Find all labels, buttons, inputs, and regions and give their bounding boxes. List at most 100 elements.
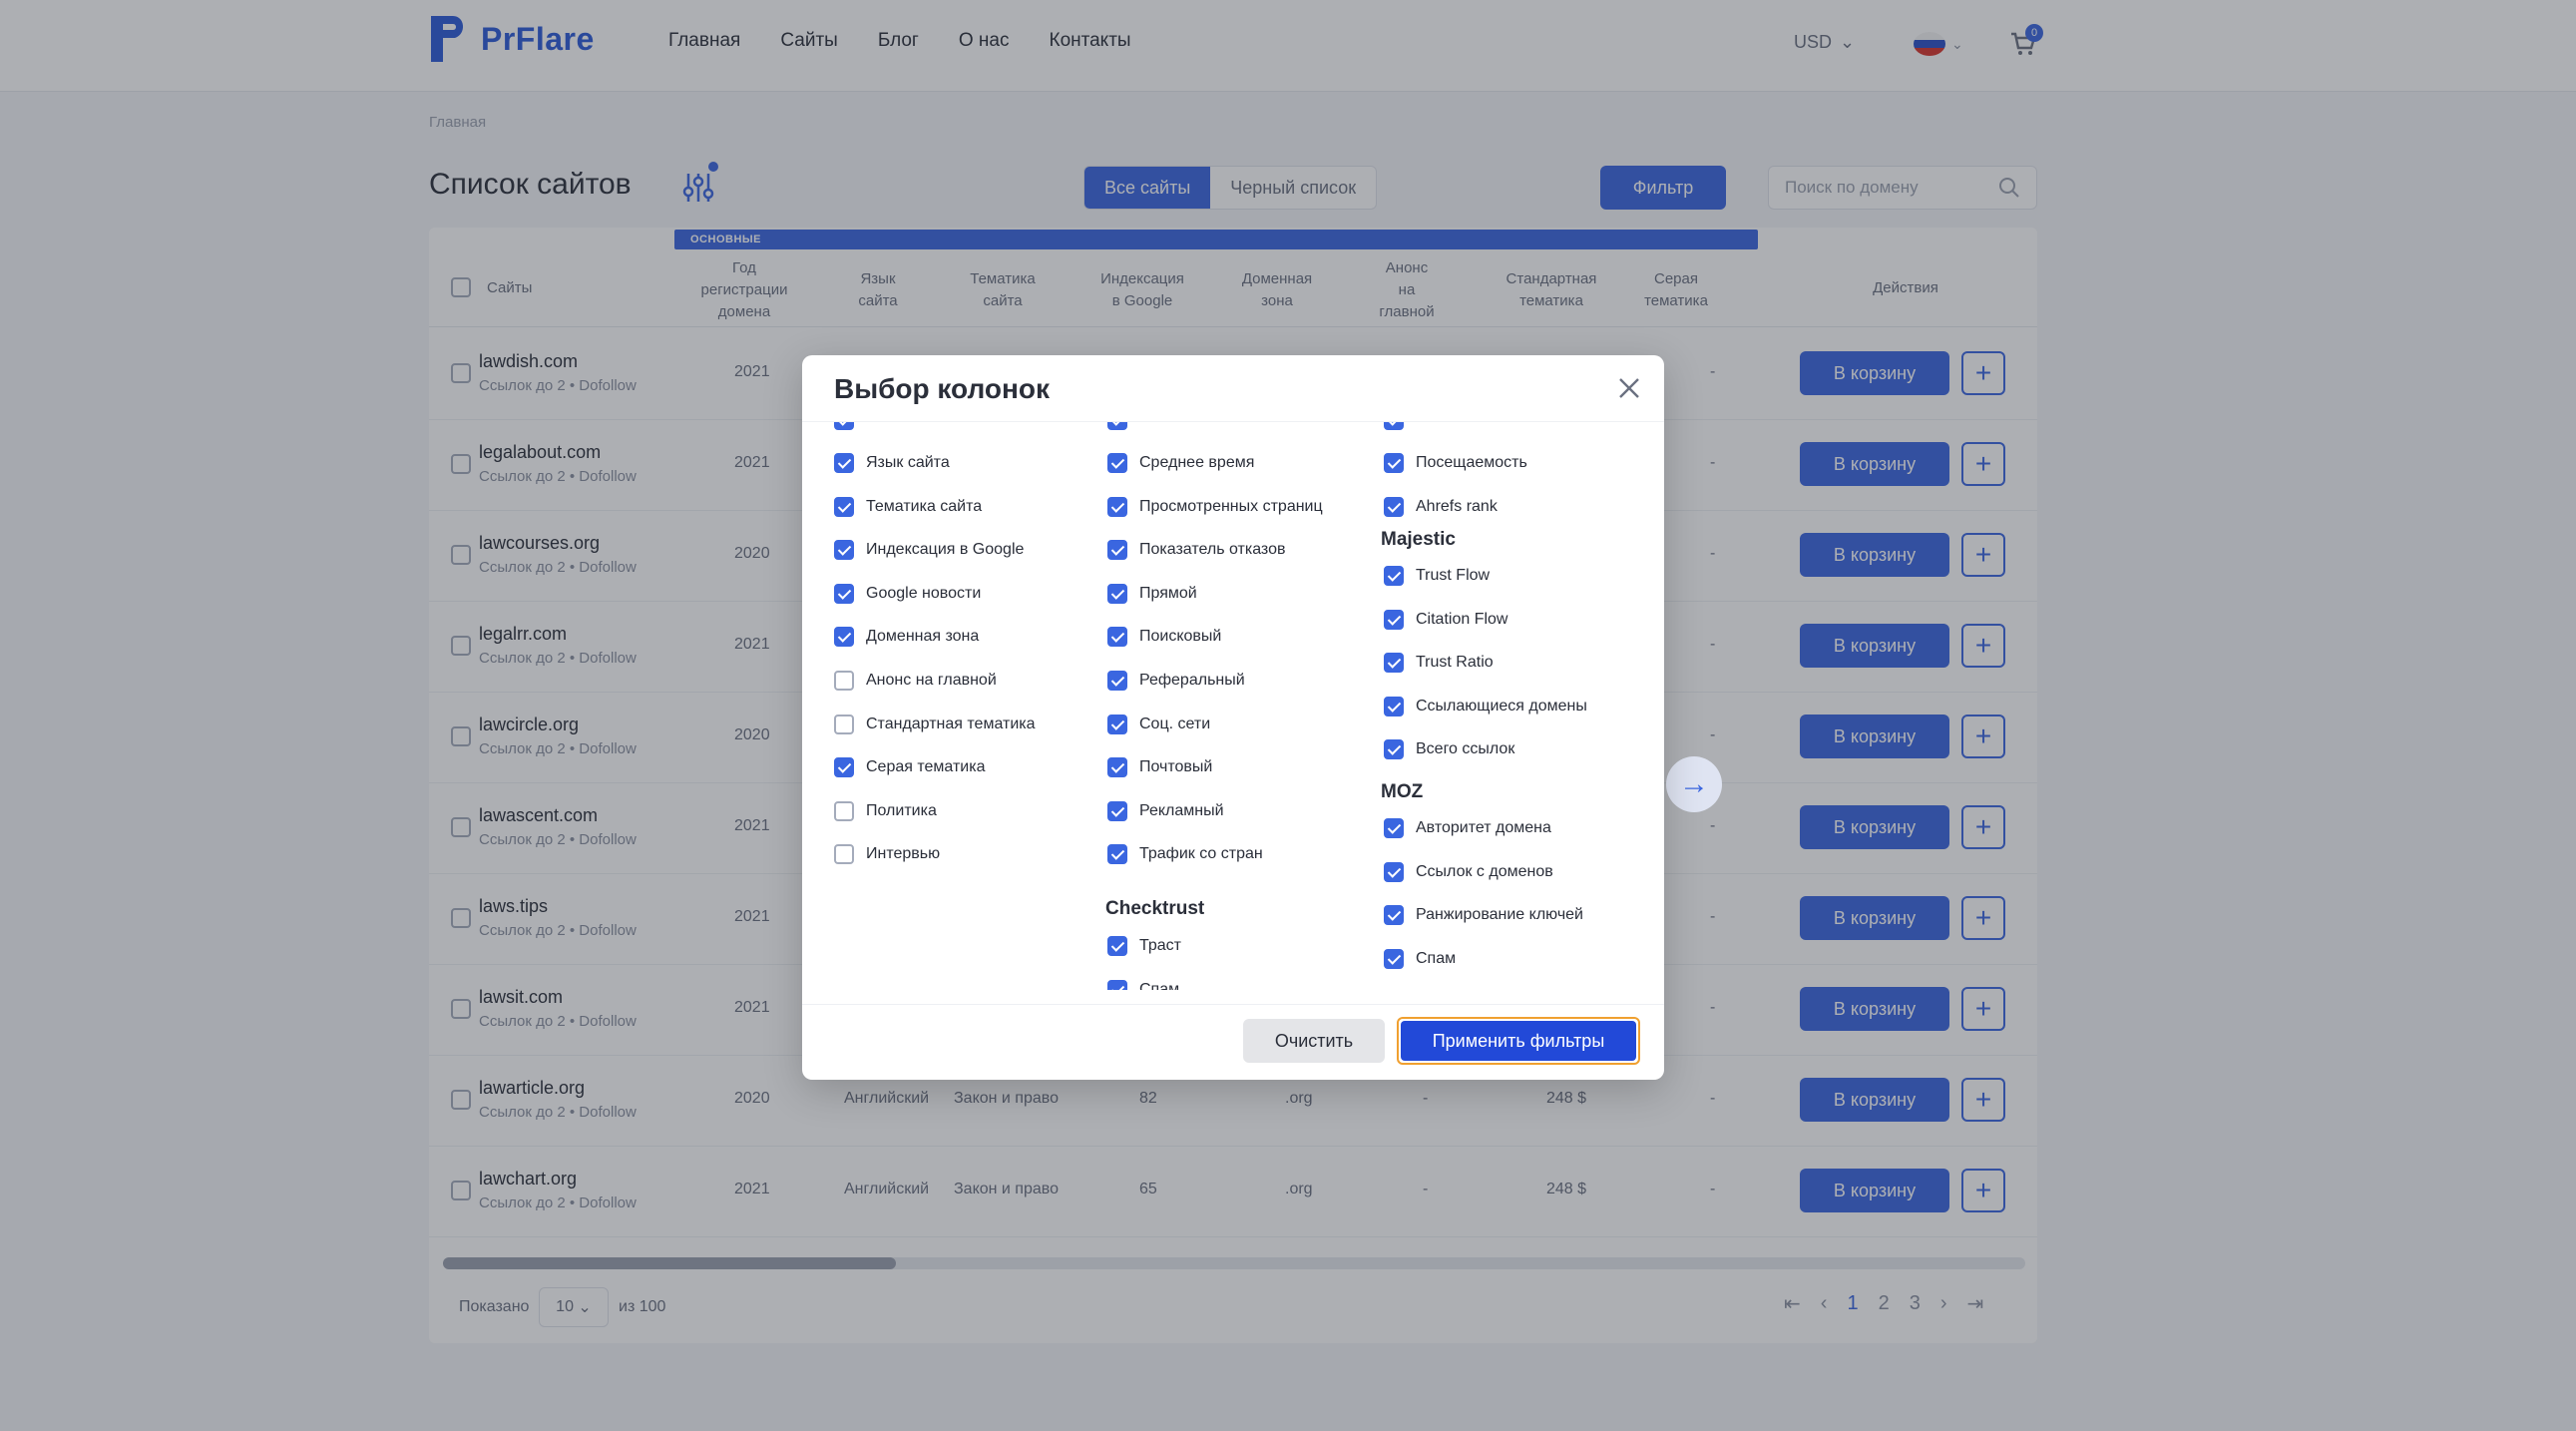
option-label: Спам [1139,980,1180,990]
option-checkbox[interactable] [1107,627,1127,648]
option-checkbox[interactable] [834,453,854,473]
column-option[interactable] [1384,422,1404,430]
option-checkbox[interactable] [1107,800,1127,821]
option-label: Серая тематика [866,758,986,776]
column-option[interactable]: Реферальный [1107,671,1245,691]
option-checkbox[interactable] [1384,818,1404,838]
column-option[interactable]: Почтовый [1107,757,1212,778]
option-checkbox[interactable] [1384,696,1404,716]
modal-title: Выбор колонок [834,373,1051,404]
option-checkbox[interactable] [834,800,854,821]
option-checkbox[interactable] [834,496,854,517]
option-label: Рекламный [1139,801,1224,819]
column-option[interactable]: Ссылающиеся домены [1384,696,1587,716]
apply-filters-button[interactable]: Применить фильтры [1397,1017,1640,1065]
column-option[interactable]: Ранжирование ключей [1384,905,1583,926]
column-option[interactable]: Google новости [834,583,982,604]
column-option[interactable]: Среднее время [1107,453,1254,473]
option-checkbox[interactable] [1384,496,1404,517]
column-option[interactable]: Соц. сети [1107,714,1210,734]
option-checkbox[interactable] [1384,861,1404,882]
option-label: Интервью [866,845,941,863]
option-label: Всего ссылок [1416,740,1515,758]
option-label: Trust Ratio [1416,654,1494,672]
option-checkbox[interactable] [1384,948,1404,969]
column-option[interactable]: Показатель отказов [1107,540,1285,561]
modal-body[interactable]: Язык сайта Тематика сайта Индексация в Goo… [802,421,1664,990]
option-checkbox[interactable] [834,714,854,734]
option-group-title: Majestic [1381,529,1456,550]
column-option[interactable] [1107,422,1127,430]
column-option[interactable]: Посещаемость [1384,453,1527,473]
option-checkbox[interactable] [834,540,854,561]
option-label: Доменная зона [866,628,980,646]
option-checkbox[interactable] [1384,566,1404,586]
column-option[interactable]: Ссылок с доменов [1384,861,1553,882]
column-option[interactable]: Трафик со стран [1107,844,1263,865]
option-checkbox[interactable] [1107,496,1127,517]
option-checkbox[interactable] [1384,653,1404,674]
option-label: Ссылающиеся домены [1416,697,1587,715]
column-option[interactable]: Индексация в Google [834,540,1024,561]
column-option[interactable]: Спам [1107,979,1180,990]
column-option[interactable]: Рекламный [1107,800,1224,821]
option-checkbox[interactable] [834,671,854,691]
option-label: Прямой [1139,584,1197,602]
option-label: Стандартная тематика [866,715,1036,732]
option-checkbox[interactable] [1107,422,1127,430]
option-checkbox[interactable] [1384,453,1404,473]
option-group-title: Checktrust [1105,898,1205,919]
option-label: Ahrefs rank [1416,497,1498,515]
option-checkbox[interactable] [834,844,854,865]
column-option[interactable]: Citation Flow [1384,609,1507,630]
option-group-title: MOZ [1381,781,1424,802]
option-checkbox[interactable] [1384,422,1404,430]
column-option[interactable]: Анонс на главной [834,671,997,691]
option-label: Трафик со стран [1139,845,1263,863]
column-option[interactable]: Trust Flow [1384,566,1490,586]
column-option[interactable]: Всего ссылок [1384,739,1515,760]
option-checkbox[interactable] [1107,540,1127,561]
close-icon[interactable] [1614,373,1644,403]
option-label: Trust Flow [1416,567,1491,584]
option-checkbox[interactable] [834,422,854,430]
column-option[interactable]: Траст [1107,936,1181,956]
column-option[interactable]: Политика [834,800,937,821]
column-option[interactable]: Стандартная тематика [834,714,1036,734]
option-checkbox[interactable] [1107,844,1127,865]
column-option[interactable] [834,422,854,430]
option-checkbox[interactable] [1384,609,1404,630]
option-checkbox[interactable] [834,583,854,604]
option-label: Реферальный [1139,672,1245,689]
column-option[interactable]: Язык сайта [834,453,950,473]
option-label: Google новости [866,584,982,602]
column-option[interactable]: Прямой [1107,583,1197,604]
arrow-right-icon[interactable]: → [1666,756,1722,812]
column-option[interactable]: Авторитет домена [1384,818,1551,838]
column-option[interactable]: Серая тематика [834,757,986,778]
column-option[interactable]: Trust Ratio [1384,653,1494,674]
option-checkbox[interactable] [1107,671,1127,691]
option-checkbox[interactable] [834,757,854,778]
column-option[interactable]: Интервью [834,844,941,865]
option-checkbox[interactable] [1107,936,1127,956]
option-label: Поисковый [1139,628,1222,646]
option-checkbox[interactable] [1107,979,1127,990]
option-checkbox[interactable] [1384,739,1404,760]
column-option[interactable]: Спам [1384,948,1456,969]
column-option[interactable]: Просмотренных страниц [1107,496,1323,517]
clear-button[interactable]: Очистить [1243,1019,1385,1063]
option-checkbox[interactable] [834,627,854,648]
option-label: Анонс на главной [866,672,997,689]
option-label: Ранжирование ключей [1416,906,1583,924]
option-checkbox[interactable] [1384,905,1404,926]
column-option[interactable]: Доменная зона [834,627,980,648]
option-checkbox[interactable] [1107,453,1127,473]
option-checkbox[interactable] [1107,583,1127,604]
option-checkbox[interactable] [1107,714,1127,734]
column-option[interactable]: Тематика сайта [834,496,983,517]
column-option[interactable]: Ahrefs rank [1384,496,1498,517]
option-checkbox[interactable] [1107,757,1127,778]
column-option[interactable]: Поисковый [1107,627,1222,648]
option-label: Тематика сайта [866,497,983,515]
